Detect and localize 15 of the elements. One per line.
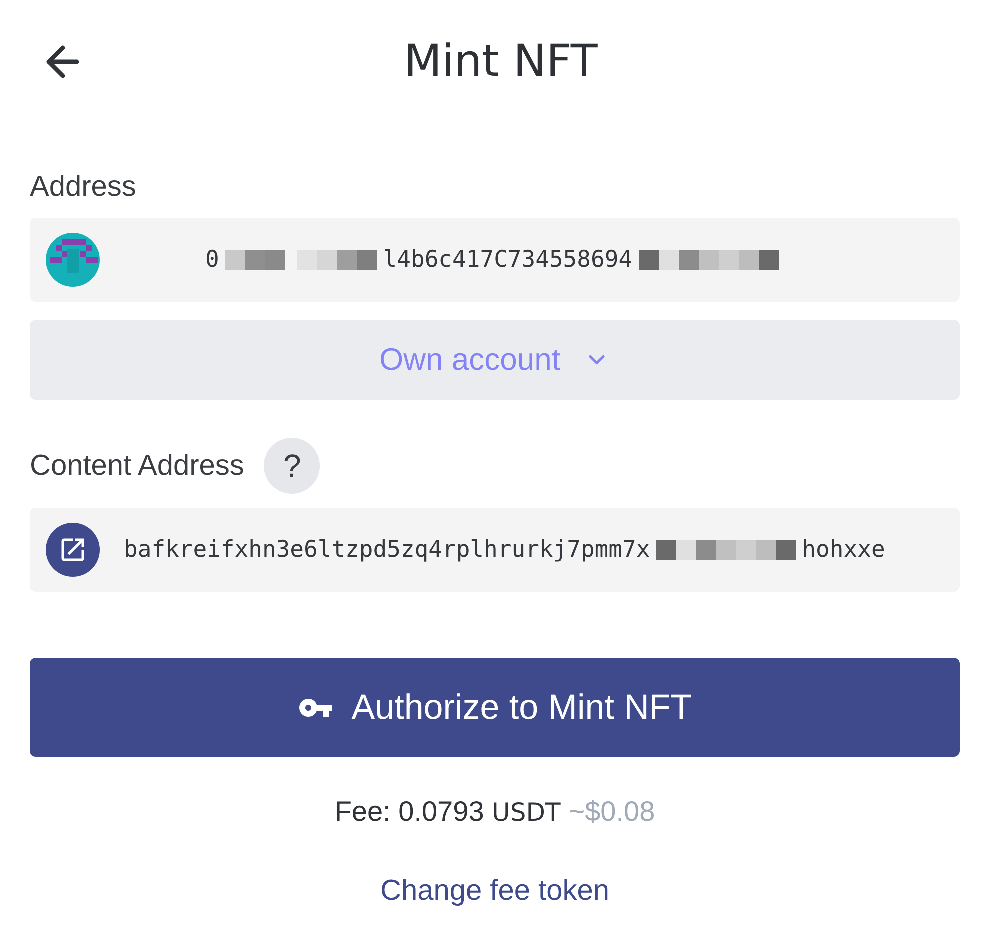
address-text: l4b6c417C734558694 bbox=[383, 246, 633, 274]
fee-amount: Fee: 0.0793 USDT bbox=[334, 794, 561, 828]
authorize-button[interactable]: Authorize to Mint NFT bbox=[30, 658, 960, 757]
page-title: Mint NFT bbox=[404, 35, 598, 89]
fee-estimate: ~$0.08 bbox=[568, 795, 656, 829]
change-fee-token-link[interactable]: Change fee token bbox=[380, 874, 610, 908]
content-address-text: bafkreifxhn3e6ltzpd5zq4rplhrurkj7pmm7x bbox=[124, 536, 650, 564]
address-label: Address bbox=[30, 170, 136, 204]
external-link-icon[interactable] bbox=[46, 523, 100, 577]
content-address-label: Content Address bbox=[30, 449, 244, 483]
address-text: 0 bbox=[205, 246, 220, 274]
content-address-text: hohxxe bbox=[802, 536, 886, 564]
redaction-drawing bbox=[225, 250, 286, 270]
identicon-icon bbox=[46, 233, 100, 287]
help-button[interactable]: ? bbox=[264, 438, 320, 494]
